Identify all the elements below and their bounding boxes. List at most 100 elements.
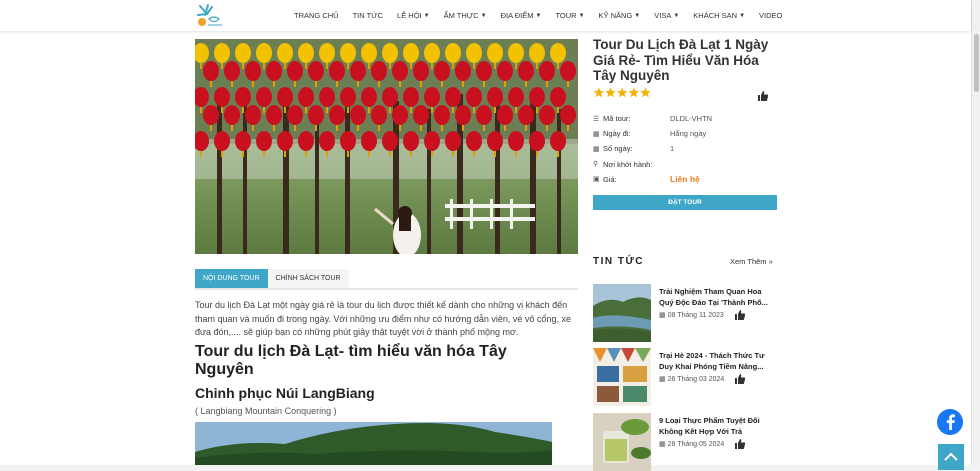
scroll-to-top-icon[interactable] [938, 444, 964, 470]
caret-down-icon: ▼ [578, 12, 585, 19]
book-tour-button[interactable]: ĐẶT TOUR [593, 195, 777, 210]
view-more-link[interactable]: Xem Thêm » [730, 257, 773, 266]
info-label-text: Ngày đi: [603, 129, 631, 139]
info-label-text: Giá: [603, 174, 617, 184]
langbiang-photo [195, 422, 552, 465]
nav-item[interactable]: ĐỊA ĐIỂM ▼ [494, 11, 549, 20]
tab-tour-content[interactable]: NỘI DUNG TOUR [195, 269, 268, 288]
money-icon: ▣ [593, 176, 600, 184]
price-value: Liên hệ [670, 174, 700, 185]
tour-info-table: ☰ Mã tour: DLDL-VHTN ▦ Ngày đi: Hằng ngày ▦ Số … [593, 111, 783, 187]
news-title[interactable]: 9 Loại Thực Phẩm Tuyệt Đối Không Kết Hợp… [659, 415, 774, 437]
nav-item[interactable]: TRANG CHỦ [287, 11, 346, 20]
nav-item-label: TRANG CHỦ [294, 11, 339, 20]
info-label-text: Nơi khởi hành: [603, 159, 653, 169]
info-row: ▣ Giá: Liên hệ [593, 172, 783, 187]
news-date-text: 08 Tháng 11 2023 [667, 311, 724, 319]
nav-item[interactable]: TIN TỨC [346, 11, 390, 20]
info-value: DLDL-VHTN [670, 114, 713, 124]
tour-intro-text: Tour du lịch Đà Lạt một ngày giá rẻ là t… [195, 300, 571, 338]
tour-title: Tour Du Lịch Đà Lạt 1 Ngày Giá Rẻ- Tìm H… [593, 37, 769, 83]
star-icon: ★ [593, 85, 605, 100]
info-label: ▣ Giá: [593, 175, 670, 184]
info-row: ▦ Ngày đi: Hằng ngày [593, 126, 783, 141]
nav-item-label: KHÁCH SẠN [693, 11, 738, 20]
calendar-icon: ▦ [659, 312, 666, 319]
news-date: ▦ 08 Tháng 11 2023 [659, 311, 724, 320]
nav-item-label: ĐỊA ĐIỂM [500, 11, 534, 20]
calendar-icon: ▦ [659, 376, 666, 383]
caret-down-icon: ▼ [535, 12, 542, 19]
news-heading: TIN TỨC [593, 256, 645, 267]
tour-heading: Tour du lịch Đà Lạt- tìm hiểu văn hóa Tâ… [195, 343, 507, 378]
star-icon: ★ [604, 85, 617, 100]
calendar-icon: ▦ [593, 130, 600, 138]
info-label-text: Số ngày: [603, 144, 633, 154]
news-date-text: 26 Tháng 03 2024 [667, 375, 725, 383]
like-icon[interactable] [734, 372, 746, 384]
list-icon: ☰ [593, 115, 600, 123]
caret-down-icon: ▼ [673, 12, 680, 19]
nav-item[interactable]: KHÁCH SẠN ▼ [686, 11, 752, 20]
news-item[interactable]: Trải Nghiệm Tham Quan Hoa Quý Độc Đáo Tạ… [593, 284, 783, 342]
facebook-icon[interactable] [937, 409, 963, 435]
caret-down-icon: ▼ [423, 12, 430, 19]
nav-item-label: ẨM THỰC [443, 11, 479, 20]
news-thumbnail[interactable] [593, 413, 651, 471]
info-label: ▦ Ngày đi: [593, 129, 670, 138]
calendar-icon: ▦ [659, 441, 666, 448]
star-icon: ★ [616, 85, 628, 100]
like-icon[interactable] [734, 308, 746, 320]
nav-item[interactable]: VIDEO [752, 11, 789, 20]
section-heading: Chinh phục Núi LangBiang [195, 385, 375, 401]
nav-item-label: LỄ HỘI [397, 11, 422, 20]
nav-item-label: TOUR [555, 11, 577, 20]
main-nav: TRANG CHỦ TIN TỨC LỄ HỘI ▼ ẨM THỰC ▼ ĐỊA ĐIỂM ▼… [287, 0, 789, 31]
news-date: ▦ 28 Tháng 05 2024 [659, 440, 725, 449]
info-value: 1 [670, 144, 675, 154]
nav-item[interactable]: ẨM THỰC ▼ [437, 11, 494, 20]
star-icon: ★ [639, 85, 652, 100]
news-thumbnail[interactable] [593, 284, 651, 342]
like-icon[interactable] [757, 89, 769, 101]
page-content: NỘI DUNG TOUR CHÍNH SÁCH TOUR Tour du lị… [0, 31, 971, 471]
nav-item-label: KỸ NĂNG [598, 11, 633, 20]
nav-item[interactable]: VISA ▼ [647, 11, 686, 20]
nav-item-label: VISA [654, 11, 672, 20]
info-label: ▦ Số ngày: [593, 144, 670, 153]
calendar-icon: ▦ [593, 145, 600, 153]
header: TRANG CHỦ TIN TỨC LỄ HỘI ▼ ẨM THỰC ▼ ĐỊA ĐIỂM ▼… [0, 0, 971, 31]
caret-down-icon: ▼ [480, 12, 487, 19]
news-item[interactable]: Trại Hè 2024 - Thách Thức Tư Duy Khai Ph… [593, 348, 783, 406]
caret-down-icon: ▼ [739, 12, 746, 19]
content-tabs: NỘI DUNG TOUR CHÍNH SÁCH TOUR [195, 269, 578, 290]
section-caption: ( Langbiang Mountain Conquering ) [195, 406, 337, 416]
page-scrollbar[interactable] [971, 0, 980, 465]
info-row: ☰ Mã tour: DLDL-VHTN [593, 111, 783, 126]
tour-hero-image [195, 39, 578, 254]
star-icon: ★ [627, 85, 640, 100]
like-icon[interactable] [734, 437, 746, 449]
scrollbar-thumb[interactable] [974, 34, 979, 92]
caret-down-icon: ▼ [634, 12, 641, 19]
news-thumbnail[interactable] [593, 348, 651, 406]
nav-item[interactable]: TOUR ▼ [548, 11, 591, 20]
news-item[interactable]: 9 Loại Thực Phẩm Tuyệt Đối Không Kết Hợp… [593, 413, 783, 471]
nav-item[interactable]: LỄ HỘI ▼ [390, 11, 437, 20]
nav-item-label: TIN TỨC [352, 11, 384, 20]
info-label: ⚲ Nơi khởi hành: [593, 160, 670, 169]
tab-tour-policy[interactable]: CHÍNH SÁCH TOUR [267, 269, 349, 288]
nav-item-label: VIDEO [759, 11, 783, 20]
info-row: ⚲ Nơi khởi hành: [593, 157, 783, 172]
nav-item[interactable]: KỸ NĂNG ▼ [592, 11, 648, 20]
info-value: Hằng ngày [670, 129, 707, 139]
news-date: ▦ 26 Tháng 03 2024 [659, 375, 725, 384]
news-title[interactable]: Trại Hè 2024 - Thách Thức Tư Duy Khai Ph… [659, 350, 774, 372]
news-title[interactable]: Trải Nghiệm Tham Quan Hoa Quý Độc Đáo Tạ… [659, 286, 774, 308]
rating-stars: ★ ★ ★ ★ ★ [593, 86, 651, 99]
site-logo[interactable] [194, 2, 226, 29]
info-row: ▦ Số ngày: 1 [593, 141, 783, 156]
info-label: ☰ Mã tour: [593, 114, 670, 123]
news-date-text: 28 Tháng 05 2024 [667, 440, 725, 448]
location-icon: ⚲ [593, 161, 599, 169]
